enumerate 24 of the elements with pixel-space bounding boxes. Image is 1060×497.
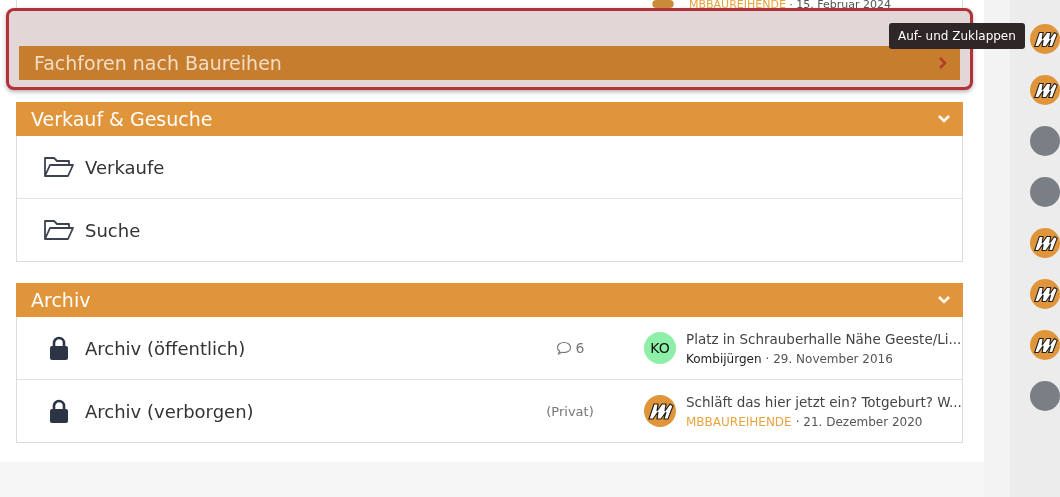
chevron-right-icon — [937, 56, 948, 70]
lock-icon — [50, 399, 68, 423]
user-avatar — [1030, 177, 1060, 207]
user-avatar — [1030, 126, 1060, 156]
last-post-meta: MBBAUREIHENDE · 15. Februar 2024 — [689, 0, 892, 10]
folder-icon — [43, 155, 75, 179]
post-date: · 29. November 2016 — [765, 351, 893, 366]
post-date: · 21. Dezember 2020 — [795, 414, 923, 429]
user-avatar — [1030, 381, 1060, 411]
private-label: (Privat) — [546, 403, 594, 419]
forum-link[interactable]: Suche — [85, 219, 515, 241]
tooltip: Auf- und Zuklappen — [889, 23, 1025, 49]
forum-link[interactable]: Archiv (öffentlich) — [85, 337, 515, 359]
forum-link[interactable]: Archiv (verborgen) — [85, 400, 515, 422]
thread-link[interactable]: Platz in Schrauberhalle Nähe Geeste/Li... — [686, 330, 962, 347]
reply-count: 6 — [555, 340, 585, 356]
user-avatar: KO — [644, 332, 676, 364]
chevron-down-icon — [936, 114, 951, 124]
chevron-down-icon — [936, 295, 951, 305]
author-link[interactable]: Kombijürgen — [686, 351, 762, 366]
lock-icon — [50, 336, 68, 360]
folder-icon — [43, 218, 75, 242]
thread-link[interactable]: Schläft das hier jetzt ein? Totgeburt? W... — [686, 393, 962, 410]
forum-link[interactable]: Verkaufe — [85, 156, 515, 178]
